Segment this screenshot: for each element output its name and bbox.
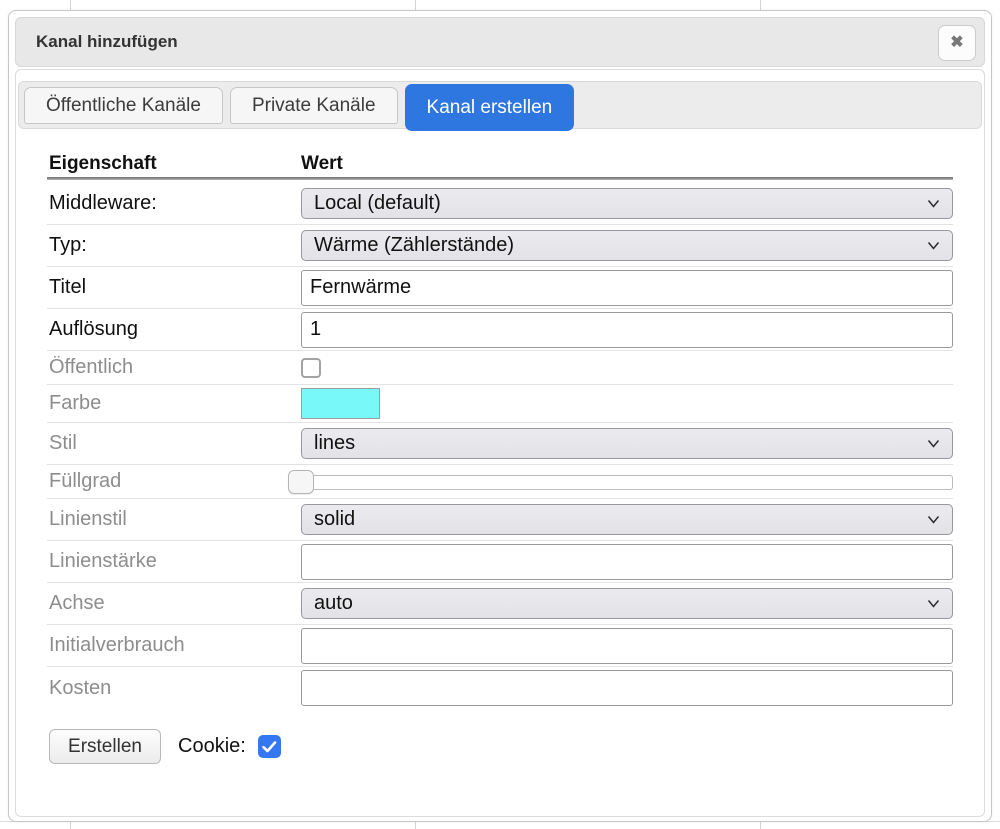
farbe-color-swatch[interactable] [301,388,380,419]
close-button[interactable]: ✖ [938,25,976,61]
form-row-fuellgrad: Füllgrad [47,465,953,499]
typ-label: Typ: [47,234,301,257]
header-rule [47,177,953,180]
tab-kanal-erstellen[interactable]: Kanal erstellen [405,84,575,131]
farbe-label: Farbe [47,392,301,415]
header-eigenschaft: Eigenschaft [47,153,301,175]
fuellgrad-slider-handle[interactable] [288,470,314,494]
tab-bar: Öffentliche Kanäle Private Kanäle Kanal … [18,81,982,129]
initialverbrauch-input[interactable] [301,628,953,664]
middleware-control: Local (default) [301,188,953,219]
checkmark-icon [262,741,277,753]
tab-private-kanaele[interactable]: Private Kanäle [230,87,398,124]
chevron-down-icon [927,599,940,608]
achse-select[interactable]: auto [301,588,953,619]
header-wert: Wert [301,153,343,175]
dialog-content: Öffentliche Kanäle Private Kanäle Kanal … [15,69,985,817]
titel-control [301,270,953,306]
form-row-linienstil: Linienstil solid [47,499,953,541]
linienstaerke-control [301,544,953,580]
typ-select[interactable]: Wärme (Zählerstände) [301,230,953,261]
form-row-oeffentlich: Öffentlich [47,351,953,385]
chevron-down-icon [927,515,940,524]
fuellgrad-control [301,465,953,499]
fuellgrad-label: Füllgrad [47,470,301,493]
cookie-label: Cookie: [178,735,246,758]
stil-label: Stil [47,432,301,455]
channel-form: Eigenschaft Wert Middleware: Local (defau… [47,151,953,764]
linienstil-select[interactable]: solid [301,504,953,535]
chevron-down-icon [927,199,940,208]
dialog-title: Kanal hinzufügen [16,32,178,52]
middleware-select[interactable]: Local (default) [301,188,953,219]
farbe-control [301,388,953,419]
linienstil-label: Linienstil [47,508,301,531]
aufloesung-label: Auflösung [47,318,301,341]
middleware-label: Middleware: [47,192,301,215]
oeffentlich-control [301,358,953,378]
oeffentlich-label: Öffentlich [47,356,301,379]
form-row-middleware: Middleware: Local (default) [47,183,953,225]
aufloesung-control [301,312,953,348]
chevron-down-icon [927,439,940,448]
typ-select-value: Wärme (Zählerstände) [314,234,927,257]
form-row-typ: Typ: Wärme (Zählerstände) [47,225,953,267]
tab-oeffentliche-kanaele[interactable]: Öffentliche Kanäle [24,87,223,124]
titel-label: Titel [47,276,301,299]
titel-input[interactable] [301,270,953,306]
form-header: Eigenschaft Wert [47,151,953,177]
stil-select[interactable]: lines [301,428,953,459]
form-row-farbe: Farbe [47,385,953,423]
form-row-titel: Titel [47,267,953,309]
form-row-initialverbrauch: Initialverbrauch [47,625,953,667]
dialog-titlebar: Kanal hinzufügen ✖ [15,17,985,67]
initialverbrauch-control [301,628,953,664]
page-background: Kanal hinzufügen ✖ Öffentliche Kanäle Pr… [0,0,1000,829]
erstellen-button[interactable]: Erstellen [49,729,161,764]
achse-label: Achse [47,592,301,615]
fuellgrad-slider [301,465,953,499]
kosten-input[interactable] [301,670,953,706]
form-row-aufloesung: Auflösung [47,309,953,351]
cookie-checkbox[interactable] [258,735,281,758]
kanal-hinzufuegen-dialog: Kanal hinzufügen ✖ Öffentliche Kanäle Pr… [8,10,992,822]
form-row-stil: Stil lines [47,423,953,465]
initialverbrauch-label: Initialverbrauch [47,634,301,657]
linienstil-control: solid [301,504,953,535]
linienstaerke-label: Linienstärke [47,550,301,573]
kosten-control [301,670,953,706]
close-icon: ✖ [950,35,963,51]
middleware-select-value: Local (default) [314,192,927,215]
achse-control: auto [301,588,953,619]
kosten-label: Kosten [47,677,301,700]
form-row-linienstaerke: Linienstärke [47,541,953,583]
chevron-down-icon [927,241,940,250]
typ-control: Wärme (Zählerstände) [301,230,953,261]
stil-select-value: lines [314,432,927,455]
achse-select-value: auto [314,592,927,615]
form-row-achse: Achse auto [47,583,953,625]
aufloesung-input[interactable] [301,312,953,348]
form-row-kosten: Kosten [47,667,953,709]
linienstil-select-value: solid [314,508,927,531]
oeffentlich-checkbox[interactable] [301,358,321,378]
stil-control: lines [301,428,953,459]
form-actions: Erstellen Cookie: [47,729,953,764]
linienstaerke-input[interactable] [301,544,953,580]
fuellgrad-slider-track[interactable] [301,475,953,490]
